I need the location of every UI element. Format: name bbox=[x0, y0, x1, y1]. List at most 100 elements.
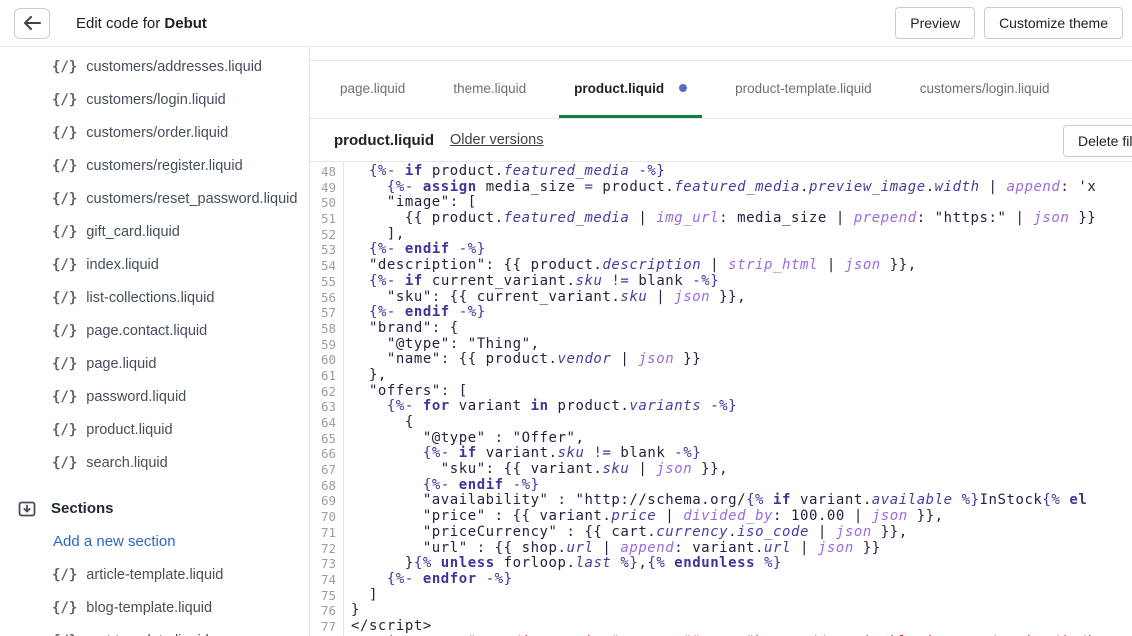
code-line[interactable]: {%- endfor -%} bbox=[351, 572, 1132, 588]
line-number: 74 bbox=[310, 572, 336, 588]
line-number: 61 bbox=[310, 368, 336, 384]
liquid-file-icon: {/} bbox=[52, 356, 77, 372]
code-line[interactable]: "@type" : "Offer", bbox=[351, 431, 1132, 447]
liquid-file-icon: {/} bbox=[52, 92, 77, 108]
sidebar-file-item[interactable]: {/}customers/register.liquid bbox=[0, 149, 309, 182]
back-arrow-icon bbox=[23, 16, 41, 30]
code-line[interactable]: {{ product.featured_media | img_url: med… bbox=[351, 211, 1132, 227]
file-label: customers/reset_password.liquid bbox=[86, 191, 297, 207]
line-number: 70 bbox=[310, 509, 336, 525]
sidebar-file-item[interactable]: {/}product.liquid bbox=[0, 413, 309, 446]
sidebar-file-item[interactable]: {/}customers/order.liquid bbox=[0, 116, 309, 149]
sidebar-file-item[interactable]: {/}blog-template.liquid bbox=[0, 591, 309, 624]
code-line[interactable]: {%- endif -%} bbox=[351, 305, 1132, 321]
editor-tab[interactable]: product.liquid bbox=[559, 61, 702, 118]
code-line[interactable]: ] bbox=[351, 588, 1132, 604]
code-line[interactable]: "price" : {{ variant.price | divided_by:… bbox=[351, 509, 1132, 525]
line-number: 72 bbox=[310, 541, 336, 557]
line-number: 58 bbox=[310, 321, 336, 337]
code-line[interactable]: }, bbox=[351, 368, 1132, 384]
line-number: 57 bbox=[310, 305, 336, 321]
file-label: customers/register.liquid bbox=[86, 158, 242, 174]
editor-tab[interactable]: theme.liquid bbox=[438, 61, 541, 118]
liquid-file-icon: {/} bbox=[52, 224, 77, 240]
sidebar-file-item[interactable]: {/} gift_card.liquid bbox=[0, 215, 309, 248]
code-line[interactable]: "offers": [ bbox=[351, 384, 1132, 400]
code-line[interactable]: </script> bbox=[351, 619, 1132, 635]
code-line[interactable]: {%- for variant in product.variants -%} bbox=[351, 399, 1132, 415]
code-line[interactable]: {%- assign media_size = product.featured… bbox=[351, 180, 1132, 196]
code-line[interactable]: {%- if product.featured_media -%} bbox=[351, 164, 1132, 180]
delete-file-button[interactable]: Delete file bbox=[1063, 125, 1132, 157]
file-label: customers/addresses.liquid bbox=[86, 59, 262, 75]
sidebar-file-item[interactable]: {/}article-template.liquid bbox=[0, 558, 309, 591]
sidebar-file-item[interactable]: {/}customers/reset_password.liquid bbox=[0, 182, 309, 215]
code-line[interactable]: {%- endif -%} bbox=[351, 242, 1132, 258]
file-header: product.liquid Older versions Delete fil… bbox=[310, 119, 1132, 162]
code-line[interactable]: "@type": "Thing", bbox=[351, 337, 1132, 353]
editor-tab[interactable]: product-template.liquid bbox=[720, 61, 887, 118]
sidebar-file-item[interactable]: {/}customers/addresses.liquid bbox=[0, 50, 309, 83]
file-label: page.liquid bbox=[86, 356, 156, 372]
code-line[interactable]: { bbox=[351, 415, 1132, 431]
file-label: page.contact.liquid bbox=[86, 323, 207, 339]
line-number: 62 bbox=[310, 384, 336, 400]
back-button[interactable] bbox=[14, 8, 50, 39]
code-line[interactable]: }{% unless forloop.last %},{% endunless … bbox=[351, 556, 1132, 572]
code-line[interactable]: "description": {{ product.description | … bbox=[351, 258, 1132, 274]
code-lines[interactable]: {%- if product.featured_media -%} {%- as… bbox=[344, 162, 1132, 636]
page-title: Edit code for Debut bbox=[76, 15, 207, 32]
code-line[interactable]: "priceCurrency" : {{ cart.currency.iso_c… bbox=[351, 525, 1132, 541]
sidebar-file-item[interactable]: {/}password.liquid bbox=[0, 380, 309, 413]
editor-tab[interactable]: customers/login.liquid bbox=[905, 61, 1065, 118]
file-label: blog-template.liquid bbox=[86, 600, 212, 616]
liquid-file-icon: {/} bbox=[52, 323, 77, 339]
line-number: 54 bbox=[310, 258, 336, 274]
customize-theme-button[interactable]: Customize theme bbox=[984, 7, 1123, 39]
editor-tab[interactable]: page.liquid bbox=[325, 61, 420, 118]
file-label: list-collections.liquid bbox=[86, 290, 214, 306]
code-line[interactable]: "sku": {{ current_variant.sku | json }}, bbox=[351, 290, 1132, 306]
line-number: 75 bbox=[310, 588, 336, 604]
add-section-link[interactable]: Add a new section bbox=[0, 525, 309, 558]
sidebar-file-item[interactable]: {/}customers/login.liquid bbox=[0, 83, 309, 116]
line-number: 51 bbox=[310, 211, 336, 227]
code-line[interactable]: "url" : {{ shop.url | append: variant.ur… bbox=[351, 541, 1132, 557]
preview-button[interactable]: Preview bbox=[895, 7, 975, 39]
tab-label: theme.liquid bbox=[453, 81, 526, 96]
code-line[interactable]: {%- if current_variant.sku != blank -%} bbox=[351, 274, 1132, 290]
code-line[interactable]: "image": [ bbox=[351, 195, 1132, 211]
code-line[interactable]: ], bbox=[351, 227, 1132, 243]
code-line[interactable]: "availability" : "http://schema.org/{% i… bbox=[351, 493, 1132, 509]
code-editor[interactable]: 4849505152535455565758596061626364656667… bbox=[310, 162, 1132, 636]
code-line[interactable]: "sku": {{ variant.sku | json }}, bbox=[351, 462, 1132, 478]
sidebar-file-item[interactable]: {/}list-collections.liquid bbox=[0, 281, 309, 314]
code-line[interactable]: "brand": { bbox=[351, 321, 1132, 337]
sections-header[interactable]: Sections bbox=[0, 492, 309, 525]
code-line[interactable]: "name": {{ product.vendor | json }} bbox=[351, 352, 1132, 368]
file-label: product.liquid bbox=[86, 422, 172, 438]
sidebar-file-item[interactable]: {/}index.liquid bbox=[0, 248, 309, 281]
liquid-file-icon: {/} bbox=[52, 125, 77, 141]
line-number: 48 bbox=[310, 164, 336, 180]
line-number: 77 bbox=[310, 619, 336, 635]
liquid-file-icon: {/} bbox=[52, 389, 77, 405]
file-label: cart-template.liquid bbox=[86, 633, 209, 636]
sidebar-file-item[interactable]: {/} page.liquid bbox=[0, 347, 309, 380]
code-line[interactable]: } bbox=[351, 603, 1132, 619]
code-line[interactable]: {%- endif -%} bbox=[351, 478, 1132, 494]
liquid-file-icon: {/} bbox=[52, 257, 77, 273]
code-line[interactable]: {%- if variant.sku != blank -%} bbox=[351, 446, 1132, 462]
tab-label: product.liquid bbox=[574, 81, 664, 96]
older-versions-link[interactable]: Older versions bbox=[450, 132, 543, 148]
line-number: 53 bbox=[310, 242, 336, 258]
sidebar-file-item[interactable]: {/}cart-template.liquid bbox=[0, 624, 309, 636]
sidebar-file-item[interactable]: {/}search.liquid bbox=[0, 446, 309, 479]
unsaved-changes-dot bbox=[679, 84, 687, 92]
line-number: 52 bbox=[310, 227, 336, 243]
sidebar-file-item[interactable]: {/} page.contact.liquid bbox=[0, 314, 309, 347]
template-file-list: {/}customers/addresses.liquid{/}customer… bbox=[0, 50, 309, 479]
line-number: 63 bbox=[310, 399, 336, 415]
file-label: gift_card.liquid bbox=[86, 224, 180, 240]
sections-header-label: Sections bbox=[51, 500, 114, 517]
